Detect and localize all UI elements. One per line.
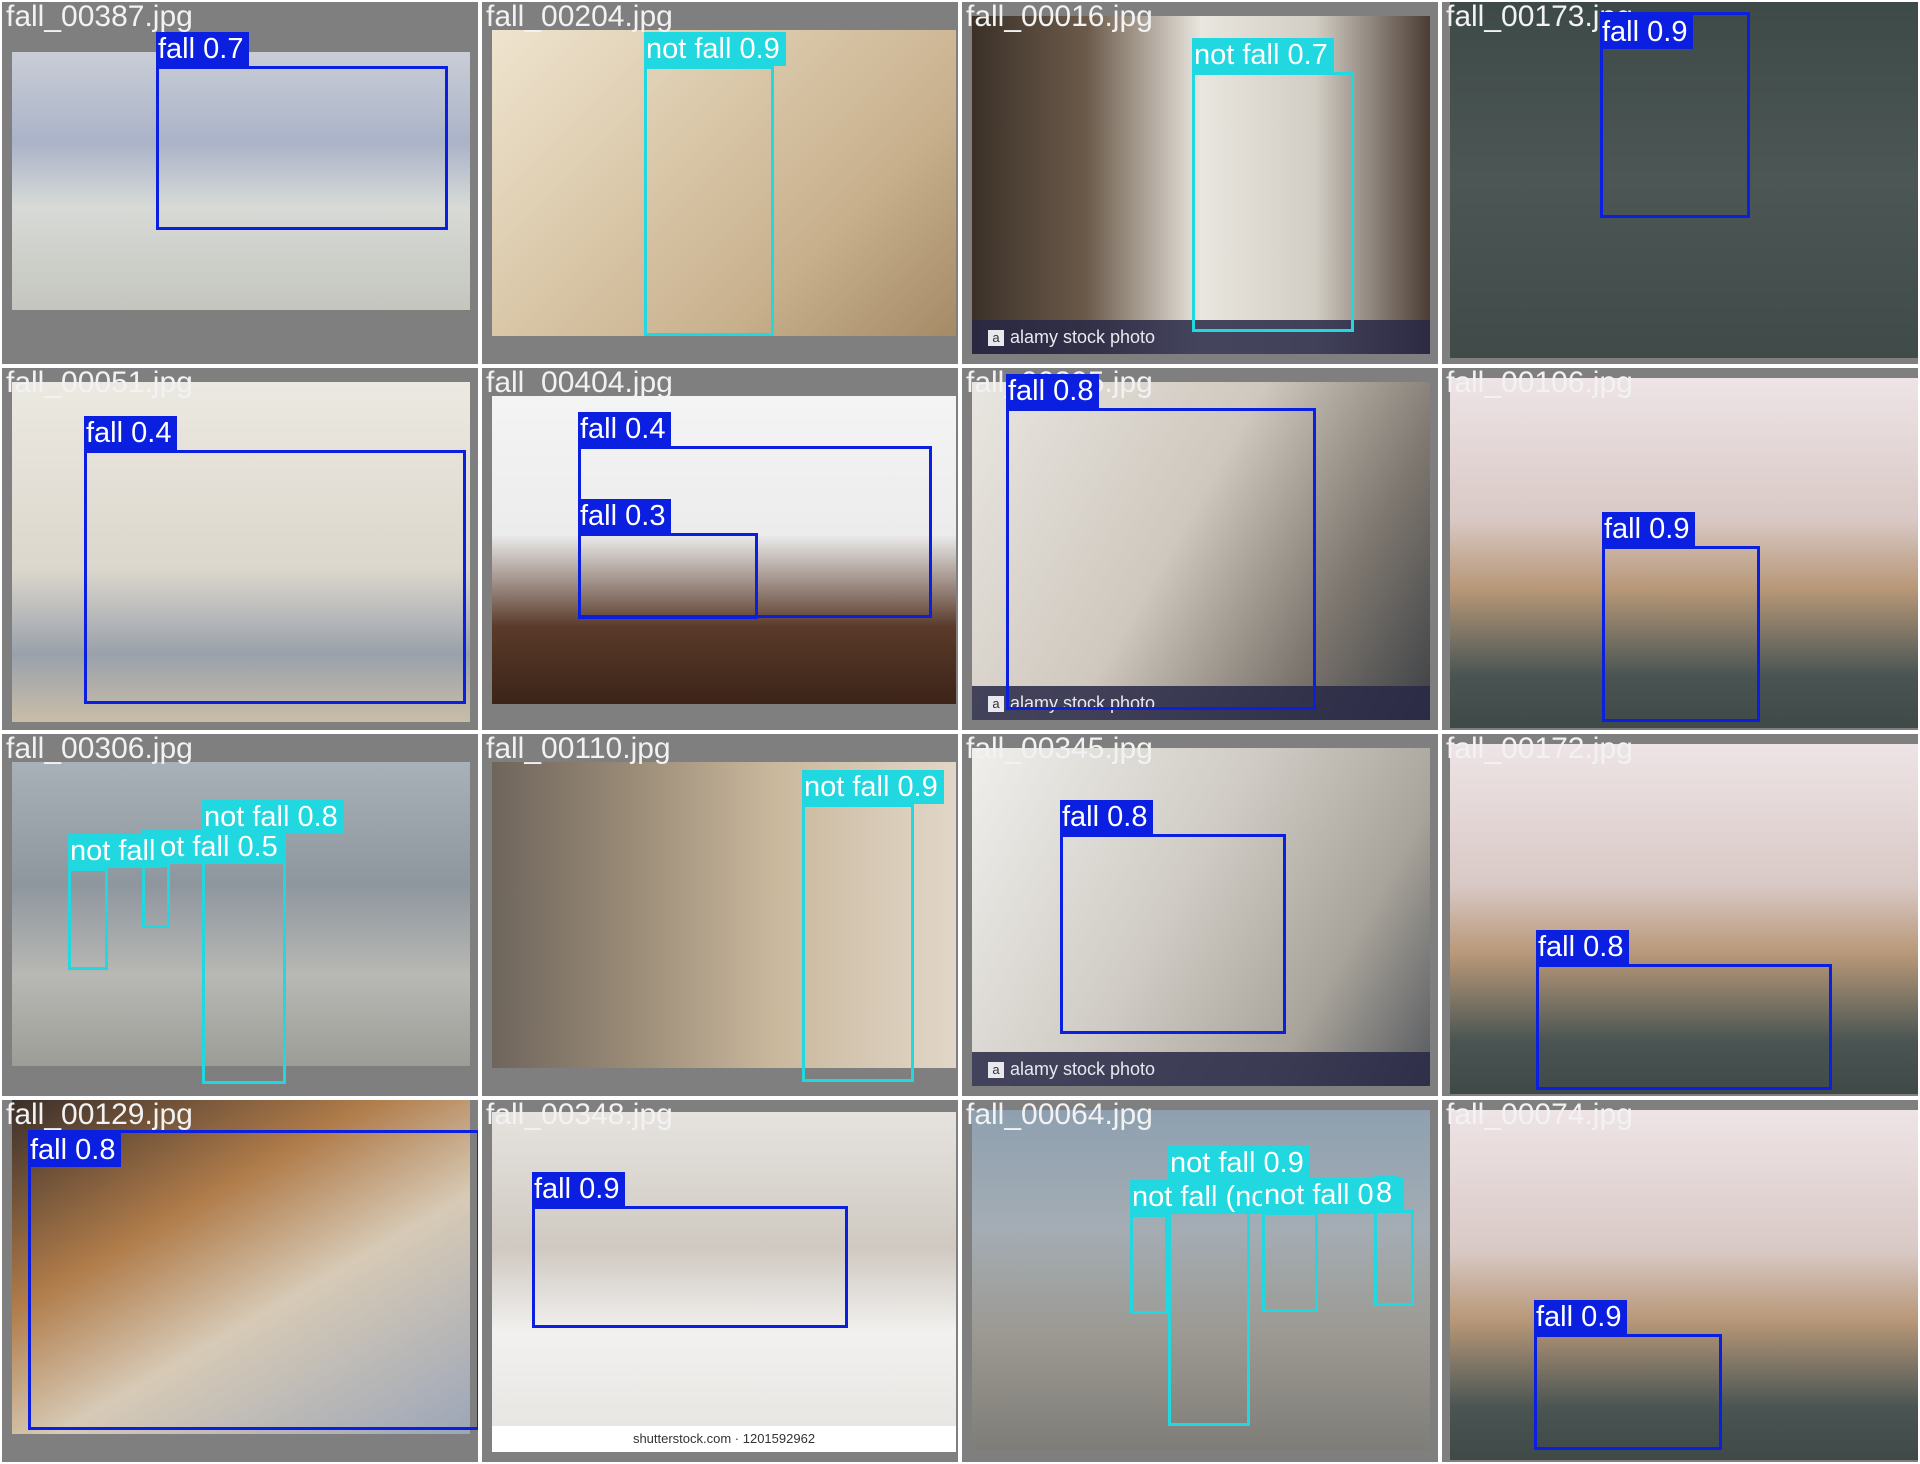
fall-detection-box: fall 0.9 (1600, 12, 1750, 218)
detection-label: fall 0.8 (1060, 800, 1154, 834)
filename-label: fall_00016.jpg (966, 2, 1153, 33)
not-fall-detection-box: not fall 0.9 (1168, 1146, 1310, 1426)
alamy-logo-icon: a (988, 330, 1004, 347)
filename-label: fall_00051.jpg (6, 368, 193, 399)
filename-label: fall_00404.jpg (486, 368, 673, 399)
image-tile: fall_00051.jpgfall 0.4 (2, 368, 478, 730)
detection-label: fall 0.9 (1602, 512, 1696, 546)
alamy-logo-icon: a (988, 696, 1004, 713)
fall-detection-box: fall 0.8 (1006, 374, 1316, 710)
alamy-logo-icon: a (988, 1062, 1004, 1079)
detection-label: fall 0.8 (28, 1133, 122, 1167)
detection-label: fall 0.3 (578, 499, 672, 533)
detection-grid: fall_00387.jpg fall 0.7 fall_00204.jpg not … (0, 0, 1920, 1464)
filename-label: fall_00387.jpg (6, 2, 193, 33)
filename-label: fall_00204.jpg (486, 2, 673, 33)
image-tile: fall_00110.jpgnot fall 0.9 (482, 734, 958, 1096)
image-tile: fall_00404.jpgfall 0.4 fall 0.3 (482, 368, 958, 730)
image-tile: a alamy stock photo fall_00345.jpgfall 0.8 (962, 734, 1438, 1096)
detection-label: fall 0.9 (1534, 1300, 1628, 1334)
stock-footer: shutterstock.com · 1201592962 (492, 1426, 956, 1452)
fall-detection-box: fall 0.7 (156, 32, 448, 230)
image-tile: fall_00306.jpgnot fall 0.8 not fall 0.5 no… (2, 734, 478, 1096)
not-fall-detection-box: not fall 0.4 (1262, 1178, 1404, 1312)
detection-label: fall 0.7 (156, 32, 250, 66)
filename-label: fall_00064.jpg (966, 1100, 1153, 1131)
filename-label: fall_00348.jpg (486, 1100, 673, 1131)
detection-label: fall 0.9 (532, 1172, 626, 1206)
detection-label: not fall 0.9 (802, 770, 944, 804)
image-tile: fall_00204.jpg not fall 0.9 (482, 2, 958, 364)
filename-label: fall_00345.jpg (966, 734, 1153, 765)
image-tile: a alamy stock photo fall_00016.jpgnot fall… (962, 2, 1438, 364)
image-tile: fall_00106.jpgfall 0.9 (1442, 368, 1918, 730)
image-tile: aalamy stock photofall_00395.jpgfall 0.8 (962, 368, 1438, 730)
not-fall-detection-box: not fall (not fall 0.4 (1130, 1180, 1375, 1314)
filename-label: fall_00129.jpg (6, 1100, 193, 1131)
detection-label: not fall 0.8 (202, 800, 344, 834)
fall-detection-box: fall 0.9 (532, 1172, 848, 1328)
detection-label: not fall (68, 834, 162, 868)
detection-label: fall 0.9 (1600, 15, 1694, 49)
not-fall-detection-box: 8 (1374, 1176, 1414, 1306)
detection-label: 8 (1374, 1176, 1399, 1210)
not-fall-detection-box: not fall 0.8 (202, 800, 344, 1084)
fall-detection-box: fall 0.8 (28, 1130, 478, 1430)
image-tile: fall_00074.jpgfall 0.9 (1442, 1100, 1918, 1462)
image-tile: shutterstock.com · 1201592962 fall_00348.… (482, 1100, 958, 1462)
fall-detection-box: fall 0.9 (1534, 1300, 1722, 1450)
image-tile: fall_00064.jpgnot fall 0.9 not fall (not … (962, 1100, 1438, 1462)
filename-label: fall_00074.jpg (1446, 1100, 1633, 1131)
detection-label: fall 0.4 (84, 416, 178, 450)
image-tile: fall_00129.jpg fall 0.8 (2, 1100, 478, 1462)
watermark-text: alamy stock photo (1010, 327, 1156, 347)
filename-label: fall_00172.jpg (1446, 734, 1633, 765)
not-fall-detection-box: not fall 0.9 (644, 32, 786, 336)
fall-detection-box: fall 0.8 (1536, 930, 1832, 1090)
detection-label: not fall 0.5 (142, 830, 284, 864)
filename-label: fall_00306.jpg (6, 734, 193, 765)
detection-label: not fall 0.9 (1168, 1146, 1310, 1180)
stock-watermark: a alamy stock photo (972, 1052, 1430, 1086)
image-tile: fall_00387.jpg fall 0.7 (2, 2, 478, 364)
detection-label: fall 0.8 (1536, 930, 1630, 964)
watermark-text: alamy stock photo (1010, 1059, 1156, 1079)
detection-label: not fall 0.9 (644, 32, 786, 66)
image-tile: fall_00172.jpgfall 0.8 (1442, 734, 1918, 1096)
not-fall-detection-box: not fall 0.7 (1192, 38, 1354, 332)
fall-detection-box: fall 0.3 (578, 499, 758, 619)
detection-label: fall 0.8 (1006, 374, 1100, 408)
filename-label: fall_00106.jpg (1446, 368, 1633, 399)
fall-detection-box: fall 0.4 (84, 416, 466, 704)
not-fall-detection-box: not fall 0.9 (802, 770, 944, 1082)
image-tile: fall_00173.jpg fall 0.9 (1442, 2, 1918, 364)
not-fall-detection-box: not fall (68, 834, 162, 970)
detection-label: fall 0.4 (578, 412, 672, 446)
not-fall-detection-box: not fall 0.5 (142, 830, 284, 928)
filename-label: fall_00110.jpg (486, 734, 671, 765)
fall-detection-box: fall 0.8 (1060, 800, 1286, 1034)
fall-detection-box: fall 0.9 (1602, 512, 1760, 722)
detection-label: not fall 0.7 (1192, 38, 1334, 72)
